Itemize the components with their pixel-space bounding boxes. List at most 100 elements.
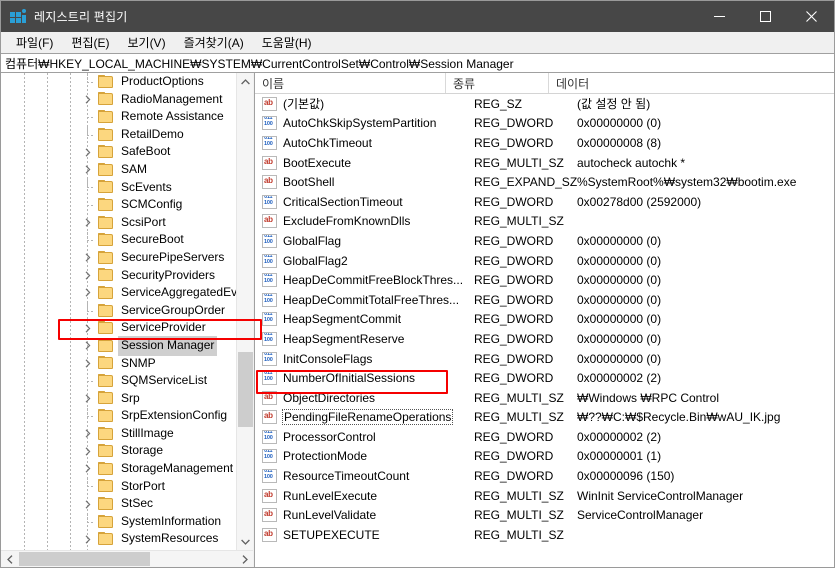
tree-scroll-right-arrow[interactable] bbox=[236, 551, 253, 567]
tree-vertical-scrollbar[interactable] bbox=[236, 73, 253, 550]
maximize-button[interactable] bbox=[742, 1, 788, 32]
address-bar[interactable]: 컴퓨터₩HKEY_LOCAL_MACHINE₩SYSTEM₩CurrentCon… bbox=[1, 53, 834, 73]
value-row[interactable]: InitConsoleFlags REG_DWORD 0x00000000 (0) bbox=[255, 349, 834, 369]
minimize-button[interactable] bbox=[696, 1, 742, 32]
window-title: 레지스트리 편집기 bbox=[34, 10, 128, 24]
value-row[interactable]: RunLevelValidate REG_MULTI_SZ ServiceContr… bbox=[255, 505, 834, 525]
tree-item-scmconfig[interactable]: SCMConfig bbox=[1, 196, 253, 214]
value-data: 0x00000002 (2) bbox=[577, 429, 662, 444]
value-row[interactable]: ProcessorControl REG_DWORD 0x00000002 (2) bbox=[255, 427, 834, 447]
value-row[interactable]: ProtectionMode REG_DWORD 0x00000001 (1) bbox=[255, 447, 834, 467]
value-row[interactable]: CriticalSectionTimeout REG_DWORD 0x00278d0… bbox=[255, 192, 834, 212]
tree-item-stsec[interactable]: StSec bbox=[1, 495, 253, 513]
chevron-right-icon[interactable] bbox=[80, 144, 96, 160]
value-row[interactable]: RunLevelExecute REG_MULTI_SZ WinInit Servi… bbox=[255, 486, 834, 506]
chevron-right-icon[interactable] bbox=[80, 285, 96, 301]
column-header-type[interactable]: 종류 bbox=[446, 73, 549, 93]
tree-scroll-up-arrow[interactable] bbox=[237, 73, 253, 90]
tree-hscroll-thumb[interactable] bbox=[19, 552, 150, 566]
value-name-cell: PendingFileRenameOperations bbox=[282, 409, 473, 426]
value-row[interactable]: HeapSegmentReserve REG_DWORD 0x00000000 (0… bbox=[255, 329, 834, 349]
tree-item-sam[interactable]: SAM bbox=[1, 161, 253, 179]
tree-scroll-left-arrow[interactable] bbox=[1, 551, 18, 567]
tree-item-securepipeservers[interactable]: SecurePipeServers bbox=[1, 249, 253, 267]
column-header-data[interactable]: 데이터 bbox=[549, 73, 834, 93]
value-row[interactable]: BootExecute REG_MULTI_SZ autocheck autochk… bbox=[255, 153, 834, 173]
tree-item-securityproviders[interactable]: SecurityProviders bbox=[1, 267, 253, 285]
chevron-right-icon[interactable] bbox=[80, 461, 96, 477]
tree-item-safeboot[interactable]: SafeBoot bbox=[1, 143, 253, 161]
chevron-right-icon[interactable] bbox=[80, 338, 96, 354]
chevron-right-icon[interactable] bbox=[80, 320, 96, 336]
value-row[interactable]: ObjectDirectories REG_MULTI_SZ ₩Windows ₩R… bbox=[255, 388, 834, 408]
tree-item-sqmservicelist[interactable]: SQMServiceList bbox=[1, 372, 253, 390]
value-row[interactable]: BootShell REG_EXPAND_SZ%SystemRoot%₩syste… bbox=[255, 172, 834, 192]
value-row[interactable]: AutoChkTimeout REG_DWORD 0x00000008 (8) bbox=[255, 133, 834, 153]
value-row[interactable]: GlobalFlag2 REG_DWORD 0x00000000 (0) bbox=[255, 251, 834, 271]
tree-item-retaildemo[interactable]: RetailDemo bbox=[1, 126, 253, 144]
tree-item-storage[interactable]: Storage bbox=[1, 442, 253, 460]
value-type: REG_DWORD bbox=[474, 292, 554, 307]
value-row[interactable]: SETUPEXECUTE REG_MULTI_SZ bbox=[255, 525, 834, 545]
value-row[interactable]: HeapSegmentCommit REG_DWORD 0x00000000 (0) bbox=[255, 310, 834, 330]
folder-icon bbox=[98, 285, 114, 300]
value-row[interactable]: (기본값) REG_SZ (값 설정 안 됨) bbox=[255, 94, 834, 114]
tree-branch-line bbox=[80, 126, 96, 143]
menu-help[interactable]: 도움말(H) bbox=[253, 32, 321, 54]
chevron-right-icon[interactable] bbox=[80, 355, 96, 371]
folder-icon bbox=[98, 109, 114, 124]
chevron-right-icon[interactable] bbox=[80, 215, 96, 231]
tree-scroll-down-arrow[interactable] bbox=[237, 533, 253, 550]
tree-item-remote-assistance[interactable]: Remote Assistance bbox=[1, 108, 253, 126]
chevron-right-icon[interactable] bbox=[80, 91, 96, 107]
value-name: GlobalFlag2 bbox=[283, 253, 348, 268]
chevron-right-icon[interactable] bbox=[80, 390, 96, 406]
tree-item-session-manager[interactable]: Session Manager bbox=[1, 335, 253, 356]
value-row[interactable]: AutoChkSkipSystemPartition REG_DWORD 0x000… bbox=[255, 114, 834, 134]
registry-tree[interactable]: ProductOptions RadioManagement Remote Assi… bbox=[1, 73, 253, 550]
value-row[interactable]: GlobalFlag REG_DWORD 0x00000000 (0) bbox=[255, 231, 834, 251]
tree-item-srpextensionconfig[interactable]: SrpExtensionConfig bbox=[1, 407, 253, 425]
chevron-right-icon[interactable] bbox=[80, 426, 96, 442]
tree-item-storport[interactable]: StorPort bbox=[1, 478, 253, 496]
tree-item-productoptions[interactable]: ProductOptions bbox=[1, 73, 253, 91]
value-row[interactable]: HeapDeCommitTotalFreeThres... REG_DWORD 0x… bbox=[255, 290, 834, 310]
chevron-right-icon[interactable] bbox=[80, 267, 96, 283]
tree-item-storagemanagement[interactable]: StorageManagement bbox=[1, 460, 253, 478]
menu-file[interactable]: 파일(F) bbox=[7, 32, 62, 54]
tree-item-secureboot[interactable]: SecureBoot bbox=[1, 231, 253, 249]
tree-item-scsiport[interactable]: ScsiPort bbox=[1, 214, 253, 232]
tree-item-systeminformation[interactable]: SystemInformation bbox=[1, 513, 253, 531]
tree-item-scevents[interactable]: ScEvents bbox=[1, 179, 253, 197]
chevron-right-icon[interactable] bbox=[80, 250, 96, 266]
tree-item-serviceprovider[interactable]: ServiceProvider bbox=[1, 319, 253, 337]
tree-item-serviceaggregatedevent[interactable]: ServiceAggregatedEvent bbox=[1, 284, 253, 302]
tree-item-systemresources[interactable]: SystemResources bbox=[1, 530, 253, 548]
value-list-body[interactable]: (기본값) REG_SZ (값 설정 안 됨) AutoChkSkipSystemPa… bbox=[255, 94, 834, 567]
value-row[interactable]: PendingFileRenameOperations REG_MULTI_SZ ₩… bbox=[255, 408, 834, 428]
column-header-name[interactable]: 이름 bbox=[255, 73, 446, 93]
menu-view[interactable]: 보기(V) bbox=[118, 32, 174, 54]
value-row[interactable]: HeapDeCommitFreeBlockThres... REG_DWORD 0x… bbox=[255, 270, 834, 290]
chevron-right-icon[interactable] bbox=[80, 162, 96, 178]
value-row[interactable]: ExcludeFromKnownDlls REG_MULTI_SZ bbox=[255, 212, 834, 232]
tree-item-radiomanagement[interactable]: RadioManagement bbox=[1, 91, 253, 109]
tree-branch-line bbox=[80, 108, 96, 125]
menu-edit[interactable]: 편집(E) bbox=[62, 32, 118, 54]
chevron-right-icon[interactable] bbox=[80, 496, 96, 512]
tree-item-snmp[interactable]: SNMP bbox=[1, 355, 253, 373]
chevron-right-icon[interactable] bbox=[80, 443, 96, 459]
tree-item-stillimage[interactable]: StillImage bbox=[1, 425, 253, 443]
value-row[interactable]: ResourceTimeoutCount REG_DWORD 0x00000096 … bbox=[255, 466, 834, 486]
value-row[interactable]: NumberOfInitialSessions REG_DWORD 0x000000… bbox=[255, 368, 834, 388]
folder-icon bbox=[98, 233, 114, 247]
tree-scroll-thumb[interactable] bbox=[238, 352, 253, 427]
close-button[interactable] bbox=[788, 1, 834, 32]
value-type: REG_MULTI_SZ bbox=[474, 410, 564, 425]
menu-favorites[interactable]: 즐겨찾기(A) bbox=[175, 32, 253, 54]
tree-horizontal-scrollbar[interactable] bbox=[1, 550, 253, 567]
tree-item-servicegrouporder[interactable]: ServiceGroupOrder bbox=[1, 302, 253, 320]
value-name-cell: HeapDeCommitFreeBlockThres... bbox=[282, 273, 473, 287]
tree-item-srp[interactable]: Srp bbox=[1, 390, 253, 408]
chevron-right-icon[interactable] bbox=[80, 531, 96, 547]
